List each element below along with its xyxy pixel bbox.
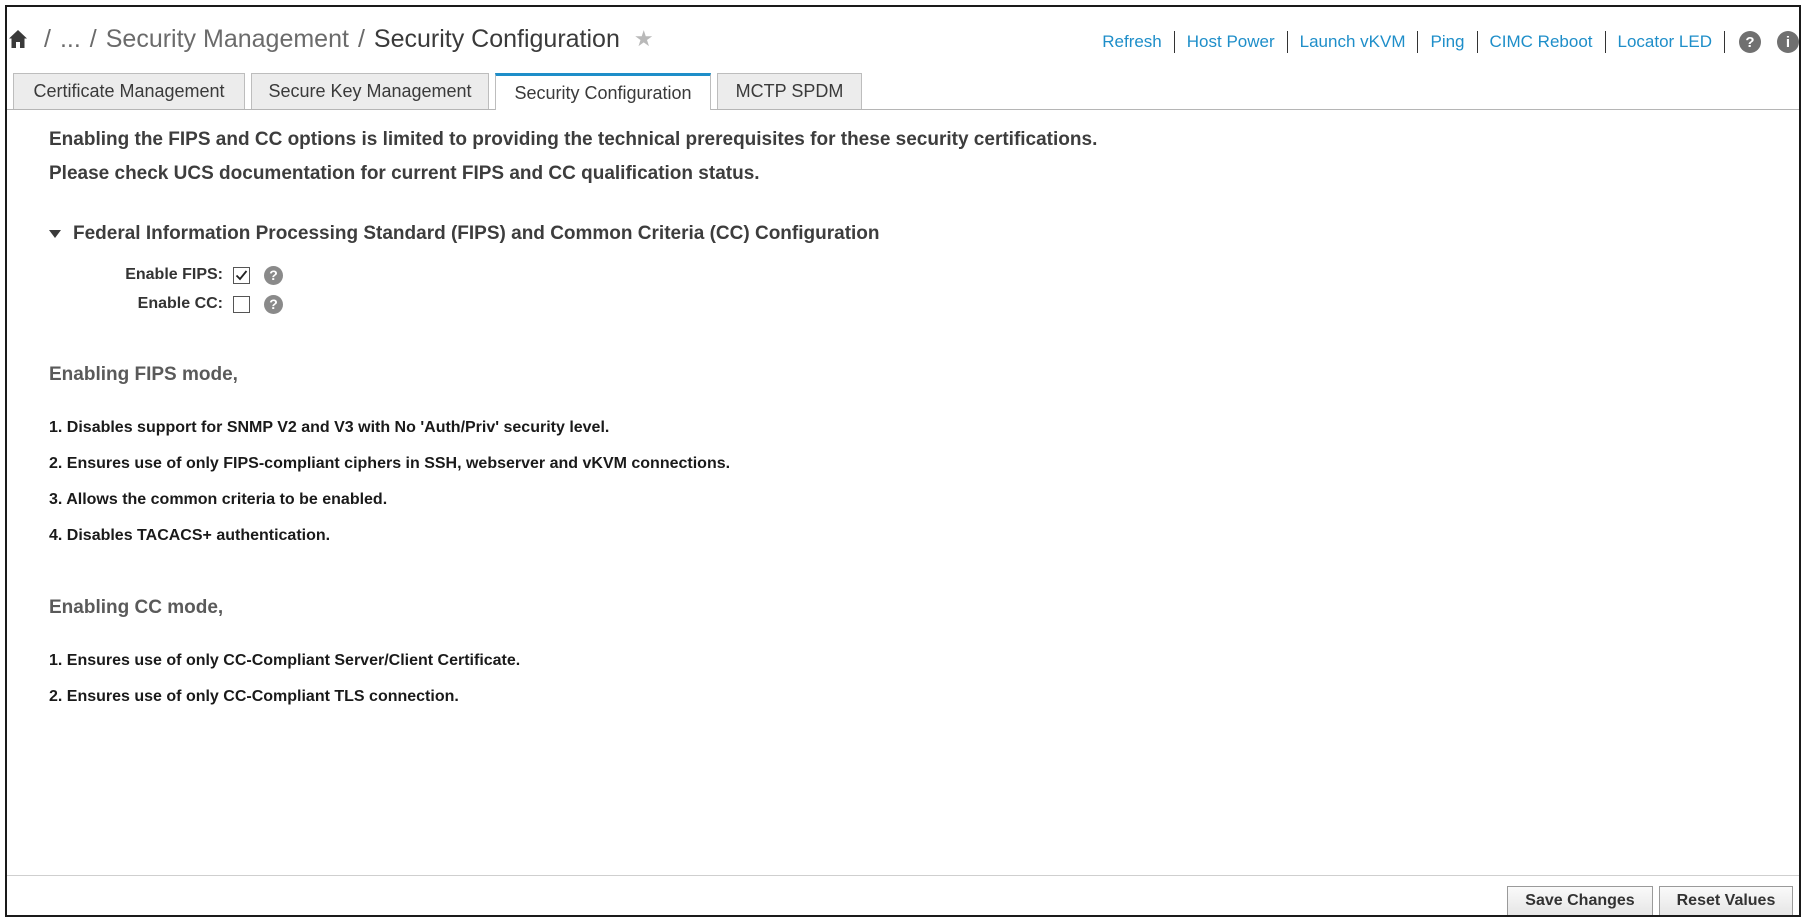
fips-mode-heading: Enabling FIPS mode, xyxy=(49,364,238,385)
enable-fips-label: Enable FIPS: xyxy=(125,266,223,283)
help-icon[interactable]: ? xyxy=(1739,31,1761,53)
enable-fips-row: Enable FIPS: ? xyxy=(7,263,283,287)
page-title: Security Configuration xyxy=(373,24,620,53)
enable-cc-row: Enable CC: ? xyxy=(7,292,283,316)
header-actions: Refresh Host Power Launch vKVM Ping CIMC… xyxy=(1090,27,1799,57)
tab-mctp-spdm[interactable]: MCTP SPDM xyxy=(717,73,862,109)
list-item: 2. Ensures use of only FIPS-compliant ci… xyxy=(49,455,731,472)
enable-fips-checkbox[interactable] xyxy=(233,266,250,284)
list-item: 3. Allows the common criteria to be enab… xyxy=(49,491,388,508)
help-icon[interactable]: ? xyxy=(264,294,283,314)
fips-cc-section-header[interactable]: Federal Information Processing Standard … xyxy=(49,223,880,245)
list-item: 2. Ensures use of only CC-Compliant TLS … xyxy=(49,688,459,705)
cc-mode-heading: Enabling CC mode, xyxy=(49,597,224,618)
notice-line-2: Please check UCS documentation for curre… xyxy=(49,163,760,184)
footer-bar: Save Changes Reset Values xyxy=(7,875,1799,915)
breadcrumb-parent[interactable]: Security Management xyxy=(106,25,349,54)
tab-secure-key-management[interactable]: Secure Key Management xyxy=(251,73,489,109)
list-item: 1. Disables support for SNMP V2 and V3 w… xyxy=(49,419,610,436)
section-title: Federal Information Processing Standard … xyxy=(73,223,880,244)
breadcrumb-separator: / xyxy=(357,24,365,53)
page-header: / ... / Security Management / Security C… xyxy=(7,7,1799,71)
reset-values-button[interactable]: Reset Values xyxy=(1659,886,1793,915)
tab-security-configuration[interactable]: Security Configuration xyxy=(495,73,711,110)
breadcrumb-separator: / xyxy=(44,24,51,53)
breadcrumb-separator: / xyxy=(89,24,97,53)
home-icon[interactable] xyxy=(7,27,29,51)
enable-cc-checkbox[interactable] xyxy=(233,295,250,313)
cimc-reboot-link[interactable]: CIMC Reboot xyxy=(1478,31,1606,53)
save-changes-button[interactable]: Save Changes xyxy=(1507,886,1653,915)
check-icon xyxy=(235,269,248,280)
list-item: 4. Disables TACACS+ authentication. xyxy=(49,527,331,544)
list-item: 1. Ensures use of only CC-Compliant Serv… xyxy=(49,652,521,669)
tab-certificate-management[interactable]: Certificate Management xyxy=(13,73,245,109)
locator-led-link[interactable]: Locator LED xyxy=(1606,31,1725,53)
launch-vkvm-link[interactable]: Launch vKVM xyxy=(1288,31,1419,53)
notice-line-1: Enabling the FIPS and CC options is limi… xyxy=(49,129,1098,150)
info-icon[interactable]: i xyxy=(1777,31,1799,53)
host-power-link[interactable]: Host Power xyxy=(1175,31,1288,53)
star-icon[interactable]: ★ xyxy=(634,26,654,52)
ping-link[interactable]: Ping xyxy=(1418,31,1478,53)
refresh-link[interactable]: Refresh xyxy=(1090,31,1175,53)
app-window: / ... / Security Management / Security C… xyxy=(5,5,1801,917)
breadcrumb: / ... / Security Management / Security C… xyxy=(7,21,654,57)
enable-cc-label: Enable CC: xyxy=(137,295,223,312)
caret-down-icon[interactable] xyxy=(49,230,61,238)
help-icon[interactable]: ? xyxy=(264,265,283,285)
tab-bar: Certificate Management Secure Key Manage… xyxy=(7,73,1799,110)
breadcrumb-ellipsis[interactable]: ... xyxy=(60,25,81,54)
